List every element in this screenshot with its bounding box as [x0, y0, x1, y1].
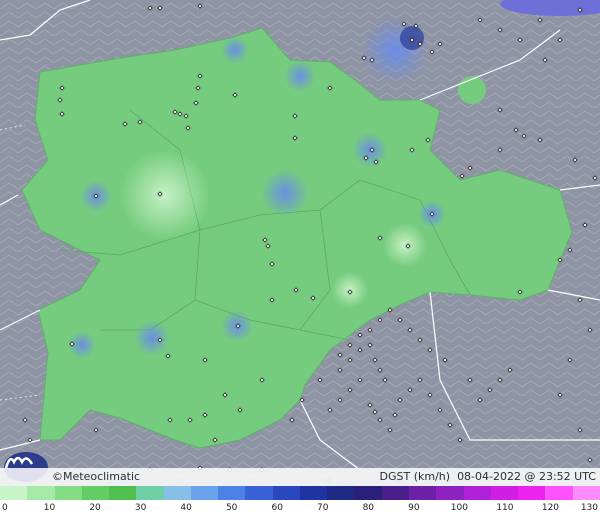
legend-tick-label: 10 [43, 503, 56, 513]
legend-swatch [490, 486, 519, 500]
legend-swatch [545, 486, 573, 500]
info-bar: ©Meteoclimatic DGST (km/h) 08-04-2022 @ … [0, 468, 600, 486]
legend-tick-label: 90 [408, 503, 420, 513]
calm-area [120, 150, 210, 240]
brand-label: ©Meteoclimatic [52, 470, 141, 483]
legend-swatch [136, 486, 164, 500]
map-canvas [0, 0, 600, 521]
datetime-label: 08-04-2022 @ 23:52 UTC [457, 470, 596, 483]
legend-swatch [245, 486, 273, 500]
legend-swatch [272, 486, 300, 500]
legend-swatch [463, 486, 491, 500]
legend-tick-label: 20 [89, 503, 101, 513]
legend-tick-label: 50 [225, 503, 238, 513]
legend-swatch [163, 486, 191, 500]
legend-swatch [54, 486, 82, 500]
gust-map[interactable]: ©Meteoclimatic DGST (km/h) 08-04-2022 @ … [0, 0, 600, 521]
legend-swatch [408, 486, 437, 500]
legend-tick-label: 30 [134, 503, 147, 513]
gust-area [261, 169, 309, 217]
legend-colorbar [0, 486, 600, 500]
legend-swatch [109, 486, 137, 500]
legend-tick-label: 60 [271, 503, 283, 513]
legend-tick-label: 110 [496, 503, 514, 513]
map-caption: DGST (km/h) 08-04-2022 @ 23:52 UTC [380, 470, 596, 483]
legend-tick-label: 80 [362, 503, 375, 513]
legend-swatch [327, 486, 355, 500]
legend-swatch [218, 486, 246, 500]
calm-area [383, 223, 427, 267]
legend-swatch [572, 486, 600, 500]
legend-tick-label: 0 [2, 503, 8, 513]
legend-swatch [81, 486, 110, 500]
legend-swatch [436, 486, 464, 500]
legend-swatch [27, 486, 55, 500]
legend-tick-label: 70 [317, 503, 329, 513]
legend-swatch [381, 486, 409, 500]
enclave-treviño [458, 76, 486, 104]
legend-tick-label: 130 [580, 503, 598, 513]
gust-area [284, 60, 316, 92]
legend-tick-label: 100 [450, 503, 468, 513]
legend-tick-label: 40 [180, 503, 192, 513]
legend-swatch [0, 486, 28, 500]
legend-swatch [190, 486, 219, 500]
legend-swatch [354, 486, 382, 500]
variable-label: DGST (km/h) [379, 470, 451, 483]
gust-area [361, 16, 429, 84]
legend-swatch [299, 486, 328, 500]
legend-swatch [518, 486, 546, 500]
gust-area [134, 320, 170, 356]
gust-area [221, 36, 249, 64]
legend-tick-label: 120 [541, 503, 560, 513]
color-legend: 0 10 20 30 40 50 60 70 80 90 100 110 120 130 [0, 486, 600, 521]
